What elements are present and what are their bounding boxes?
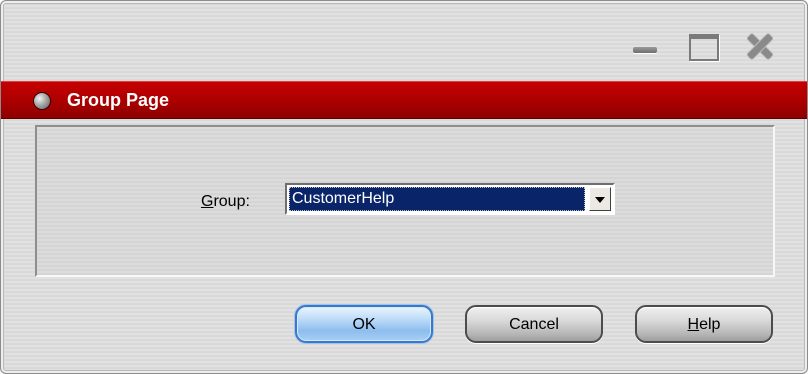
maximize-icon[interactable] bbox=[687, 31, 721, 61]
ok-button[interactable]: OK bbox=[295, 305, 433, 343]
help-label-text: elp bbox=[699, 316, 721, 333]
group-label-text: roup: bbox=[213, 193, 250, 210]
title-bar bbox=[1, 1, 807, 79]
minimize-icon[interactable] bbox=[631, 31, 659, 59]
close-icon[interactable] bbox=[745, 31, 775, 59]
page-title: Group Page bbox=[67, 90, 170, 110]
group-select-value: CustomerHelp bbox=[289, 187, 585, 211]
dropdown-arrow-icon[interactable] bbox=[589, 187, 611, 211]
group-label: Group: bbox=[201, 192, 250, 212]
help-button[interactable]: Help bbox=[635, 305, 773, 343]
group-panel: Group: CustomerHelp bbox=[35, 125, 775, 277]
header-bullet-icon bbox=[33, 92, 51, 110]
group-select[interactable]: CustomerHelp bbox=[285, 183, 615, 215]
help-mnemonic: H bbox=[687, 316, 700, 333]
group-page-window: Group Page Group: CustomerHelp OK Cancel… bbox=[0, 0, 808, 374]
group-label-mnemonic: G bbox=[201, 193, 214, 210]
page-header: Group Page bbox=[1, 81, 807, 119]
cancel-button[interactable]: Cancel bbox=[465, 305, 603, 343]
